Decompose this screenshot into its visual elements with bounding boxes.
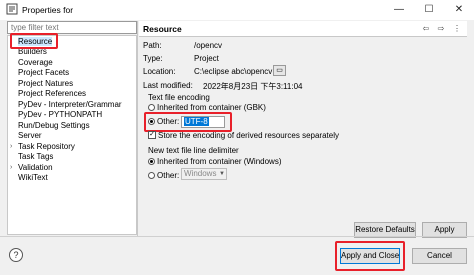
properties-app-icon — [6, 3, 18, 15]
tree-item-validation[interactable]: › Validation — [8, 163, 53, 173]
chevron-down-icon: ▼ — [219, 171, 225, 177]
tree-item-server[interactable]: Server — [18, 131, 42, 141]
delimiter-combo-value: Windows — [184, 169, 217, 178]
cancel-button[interactable]: Cancel — [412, 248, 467, 264]
tree-item-project-natures[interactable]: Project Natures — [18, 79, 73, 89]
minimize-button[interactable]: — — [384, 0, 414, 20]
window-title: Properties for — [22, 5, 74, 15]
path-label: Path: — [143, 41, 162, 50]
back-arrow-icon[interactable]: ⇦ — [420, 23, 432, 35]
encoding-inherited-label[interactable]: Inherited from container (GBK) — [157, 103, 266, 112]
title-bar: Properties for — ☐ ✕ — [0, 0, 474, 20]
page-title: Resource — [143, 24, 182, 34]
maximize-button[interactable]: ☐ — [414, 0, 444, 20]
path-value: /opencv — [194, 41, 223, 50]
open-location-button[interactable]: ▭ — [273, 65, 286, 76]
delimiter-combo[interactable]: Windows ▼ — [181, 168, 227, 180]
type-value: Project — [194, 54, 219, 63]
apply-close-highlight-box — [335, 241, 405, 271]
location-label: Location: — [143, 67, 176, 76]
encoding-group-title: Text file encoding — [148, 93, 210, 102]
footer-separator — [0, 236, 474, 237]
last-modified-label: Last modified: — [143, 81, 193, 90]
close-button[interactable]: ✕ — [444, 0, 474, 20]
preference-tree: › Resource Builders Coverage Project Fac… — [7, 35, 137, 235]
location-value: C:\eclipse abc\opencv — [194, 67, 273, 76]
delimiter-group-title: New text file line delimiter — [148, 146, 239, 155]
expand-chevron-icon[interactable]: › — [10, 163, 12, 173]
type-label: Type: — [143, 54, 163, 63]
view-menu-icon[interactable]: ⋮ — [451, 23, 463, 35]
delimiter-other-radio[interactable] — [148, 172, 155, 179]
page-header: Resource ⇦ ⇨ ⋮ — [139, 21, 467, 37]
delimiter-other-label[interactable]: Other: — [157, 171, 179, 180]
tree-item-coverage[interactable]: Coverage — [18, 58, 53, 68]
pane-divider[interactable] — [137, 21, 138, 236]
tree-item-project-facets[interactable]: Project Facets — [18, 68, 69, 78]
forward-arrow-icon[interactable]: ⇨ — [435, 23, 447, 35]
expand-chevron-icon[interactable]: › — [10, 142, 12, 152]
delimiter-inherited-radio[interactable] — [148, 158, 155, 165]
resource-highlight-box — [10, 33, 58, 49]
tree-item-task-repository[interactable]: › Task Repository — [8, 142, 75, 152]
tree-item-run-debug[interactable]: Run/Debug Settings — [18, 121, 90, 131]
help-icon[interactable]: ? — [9, 248, 23, 262]
encoding-inherited-radio[interactable] — [148, 104, 155, 111]
last-modified-value: 2022年8月23日 下午3:11:04 — [203, 82, 303, 91]
store-encoding-checkbox[interactable]: ✓ — [148, 131, 156, 139]
store-encoding-label[interactable]: Store the encoding of derived resources … — [158, 131, 339, 140]
tree-item-pydev-interpreter[interactable]: PyDev - Interpreter/Grammar — [18, 100, 122, 110]
tree-item-wikitext[interactable]: WikiText — [18, 173, 48, 183]
tree-item-pydev-pythonpath[interactable]: PyDev - PYTHONPATH — [18, 110, 102, 120]
tree-item-task-tags[interactable]: Task Tags — [18, 152, 53, 162]
tree-item-project-references[interactable]: Project References — [18, 89, 86, 99]
encoding-highlight-box — [144, 112, 232, 132]
delimiter-inherited-label[interactable]: Inherited from container (Windows) — [157, 157, 282, 166]
